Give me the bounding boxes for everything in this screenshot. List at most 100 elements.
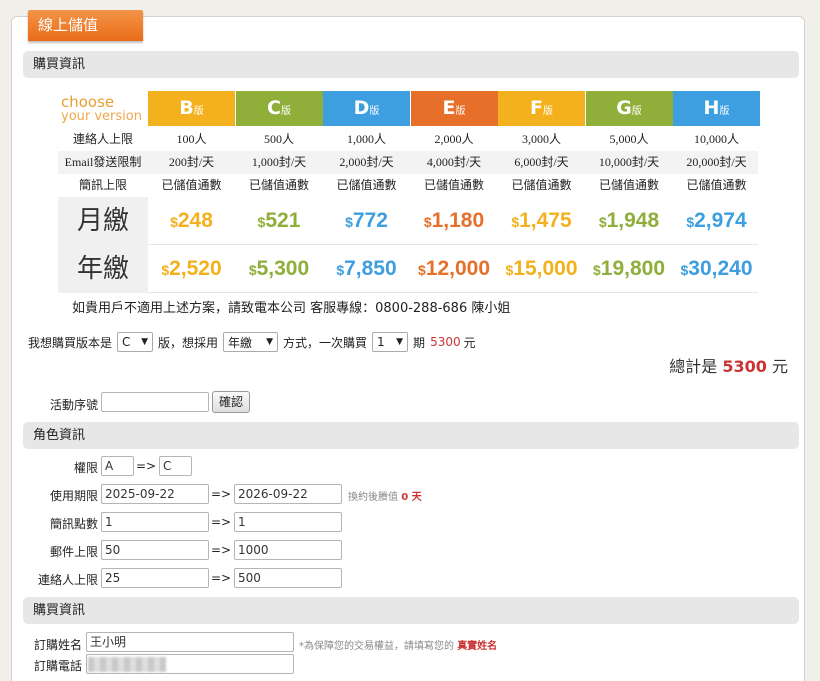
redacted-phone <box>88 657 166 672</box>
chevron-down-icon: ▼ <box>396 337 404 347</box>
sms-points-to-field[interactable]: 1 <box>234 512 342 532</box>
currency-symbol: $ <box>417 262 426 278</box>
version-suffix: 版 <box>719 106 730 117</box>
currency-symbol: $ <box>592 262 601 278</box>
row-monthly: 月繳 $248 $521 $772 $1,180 $1,475 $1,948 $2,974 <box>58 197 758 245</box>
contact-limit-label: 連絡人上限 <box>37 573 98 587</box>
cell-contacts-c: 500人 <box>263 132 294 146</box>
choose-your-version-label: choose your version <box>58 91 148 126</box>
remaining-days-hint-text: 換約後賸值 <box>348 492 398 503</box>
confirm-button[interactable]: 確認 <box>212 391 250 413</box>
currency-symbol: $ <box>336 262 345 278</box>
price-value: 248 <box>177 209 213 232</box>
purchase-selection-line: 我想購買版本是 C ▼ 版，想採用 年繳 ▼ 方式，一次購買 1 ▼ 期 5300 元 <box>28 332 476 352</box>
purchase-unit: 元 <box>463 335 476 350</box>
purchase-text-1: 我想購買版本是 <box>28 335 113 350</box>
cell-sms-c: 已儲值通數 <box>248 178 309 192</box>
cell-contacts-h: 10,000人 <box>693 132 739 146</box>
period-select[interactable]: 1 ▼ <box>372 332 409 352</box>
cell-email-f: 6,000封/天 <box>514 155 569 169</box>
version-suffix: 版 <box>542 106 553 117</box>
cell-sms-h: 已儲值通數 <box>686 178 747 192</box>
version-letter: E <box>442 97 456 119</box>
payment-method-select[interactable]: 年繳 ▼ <box>223 332 279 352</box>
version-header-d: D版 <box>323 91 410 126</box>
row-yearly: 年繳 $2,520 $5,300 $7,850 $12,000 $15,000 $19,8… <box>58 245 758 293</box>
promo-code-input[interactable] <box>101 392 209 412</box>
chevron-down-icon: ▼ <box>266 337 274 347</box>
sms-points-label: 簡訊點數 <box>49 517 98 531</box>
buyer-name-hint: *為保障您的交易權益，請填寫您的 真實姓名 <box>299 637 497 652</box>
price-monthly-d: $772 <box>323 197 410 246</box>
mail-limit-to-field[interactable]: 1000 <box>234 540 342 560</box>
price-monthly-g: $1,948 <box>586 197 673 246</box>
price-value: 15,000 <box>513 257 578 280</box>
price-yearly-d: $7,850 <box>323 245 410 294</box>
contact-limit-to-field[interactable]: 500 <box>234 568 342 588</box>
cell-sms-e: 已儲值通數 <box>423 178 484 192</box>
buyer-name-field[interactable]: 王小明 <box>86 632 294 652</box>
version-header-g: G版 <box>585 91 673 126</box>
row-email: Email發送限制 200封/天 1,000封/天 2,000封/天 4,000封/天… <box>58 151 758 174</box>
total-value: 5300 <box>722 357 767 376</box>
version-letter: B <box>179 97 194 119</box>
price-value: 5,300 <box>256 257 310 280</box>
contact-limit-from-field[interactable]: 25 <box>101 568 209 588</box>
buyer-name-hint-text: *為保障您的交易權益，請填寫您的 <box>299 641 454 652</box>
promo-label: 活動序號 <box>49 398 98 412</box>
period-to-field[interactable]: 2026-09-22 <box>234 484 342 504</box>
version-header-b: B版 <box>148 91 235 126</box>
version-header-f: F版 <box>498 91 585 126</box>
version-letter: F <box>530 97 543 119</box>
price-yearly-b: $2,520 <box>148 245 235 294</box>
price-monthly-e: $1,180 <box>411 197 498 246</box>
version-suffix: 版 <box>455 106 466 117</box>
total-amount: 總計是 5300 元 <box>669 353 788 377</box>
sms-points-arrow: => <box>211 515 232 529</box>
cell-contacts-d: 1,000人 <box>346 132 386 146</box>
price-value: 1,180 <box>431 209 485 232</box>
cell-contacts-e: 2,000人 <box>434 132 474 146</box>
price-value: 521 <box>265 209 301 232</box>
section-header-role: 角色資訊 <box>23 422 799 449</box>
currency-symbol: $ <box>345 214 353 230</box>
permission-to-field[interactable]: C <box>159 456 192 476</box>
version-letter: D <box>353 97 370 119</box>
version-select-value: C <box>122 335 131 349</box>
price-yearly-f: $15,000 <box>498 245 585 294</box>
cell-sms-d: 已儲值通數 <box>336 178 397 192</box>
period-from-field[interactable]: 2025-09-22 <box>101 484 209 504</box>
row-label-email: Email發送限制 <box>64 155 142 169</box>
permission-from-field[interactable]: A <box>101 456 134 476</box>
remaining-days-value: 0 天 <box>401 492 422 503</box>
buyer-phone-label: 訂購電話 <box>33 659 82 673</box>
row-label-yearly: 年繳 <box>58 245 148 293</box>
cell-email-d: 2,000封/天 <box>339 155 394 169</box>
mail-limit-arrow: => <box>211 543 232 557</box>
permission-arrow: => <box>136 459 157 473</box>
cell-email-g: 10,000封/天 <box>598 155 660 169</box>
mail-limit-from-field[interactable]: 50 <box>101 540 209 560</box>
purchase-text-3: 方式，一次購買 <box>283 335 368 350</box>
currency-symbol: $ <box>248 262 257 278</box>
price-value: 1,948 <box>606 209 660 232</box>
price-monthly-b: $248 <box>148 197 235 246</box>
currency-symbol: $ <box>511 214 520 230</box>
currency-symbol: $ <box>161 262 170 278</box>
version-letter: C <box>267 97 281 119</box>
version-header-c: C版 <box>235 91 323 126</box>
contact-limit-arrow: => <box>211 571 232 585</box>
currency-symbol: $ <box>686 214 695 230</box>
version-letter: H <box>703 97 720 119</box>
cell-contacts-g: 5,000人 <box>609 132 649 146</box>
buyer-name-hint-strong: 真實姓名 <box>457 641 498 652</box>
sms-points-from-field[interactable]: 1 <box>101 512 209 532</box>
purchase-price: 5300 <box>430 335 461 349</box>
cell-sms-b: 已儲值通數 <box>161 178 222 192</box>
total-label: 總計是 <box>669 357 718 376</box>
row-label-monthly: 月繳 <box>58 197 148 245</box>
version-select[interactable]: C ▼ <box>117 332 154 352</box>
row-contacts: 連絡人上限 100人 500人 1,000人 2,000人 3,000人 5,000人 10… <box>58 128 758 151</box>
price-monthly-f: $1,475 <box>498 197 585 246</box>
chevron-down-icon: ▼ <box>141 337 149 347</box>
